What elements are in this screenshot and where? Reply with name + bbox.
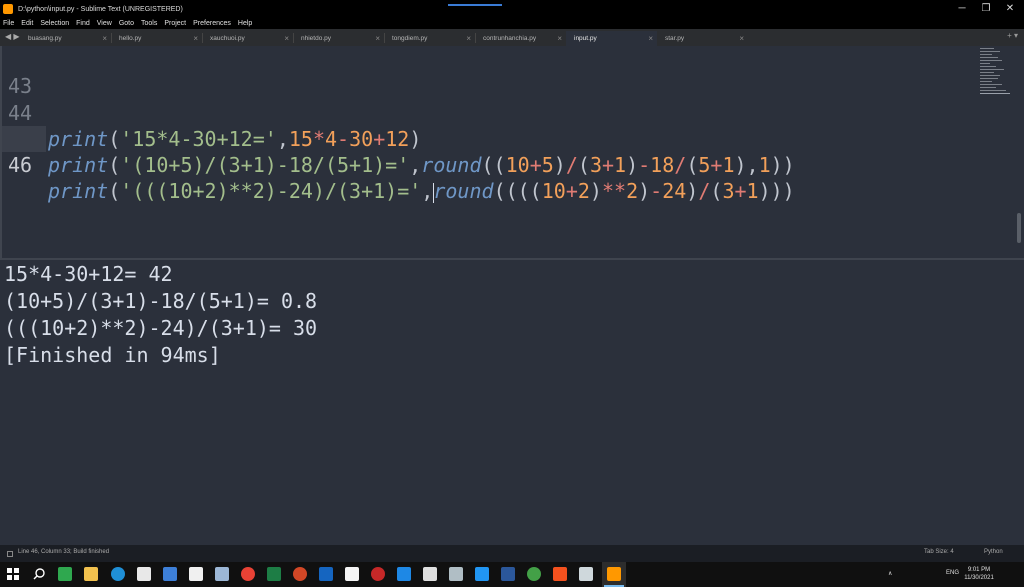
output-line: 15*4-30+12= 42: [4, 262, 173, 286]
tab-contrunhanchia[interactable]: contrunhanchia.py ×: [475, 31, 566, 46]
tab-label: input.py: [574, 35, 597, 42]
status-position: Line 46, Column 33; Build finished: [18, 549, 110, 555]
menu-find[interactable]: Find: [76, 20, 90, 27]
tab-close-icon[interactable]: ×: [648, 32, 653, 45]
pictures-icon[interactable]: [215, 567, 229, 581]
tab-tongdiem[interactable]: tongdiem.py ×: [384, 31, 475, 46]
output-line: [Finished in 94ms]: [4, 343, 221, 367]
language-indicator[interactable]: ENG: [946, 570, 959, 576]
photos-icon[interactable]: [189, 567, 203, 581]
powerpoint-icon[interactable]: [293, 567, 307, 581]
menu-tools[interactable]: Tools: [141, 20, 157, 27]
tab-close-icon[interactable]: ×: [557, 32, 562, 45]
outlook-icon[interactable]: [319, 567, 333, 581]
feedback-icon[interactable]: [423, 567, 437, 581]
minimize-button[interactable]: ─: [950, 2, 974, 16]
output-line: (((10+2)**2)-24)/(3+1)= 30: [4, 316, 318, 340]
tab-xauchuoi[interactable]: xauchuoi.py ×: [202, 31, 293, 46]
tab-label: hello.py: [119, 35, 142, 42]
output-line: (10+5)/(3+1)-18/(5+1)= 0.8: [4, 289, 318, 313]
code-editor[interactable]: 43 44 print('15*4-30+12=',15*4-30+12) 45…: [0, 46, 1024, 258]
title-accent-line: [448, 4, 502, 6]
tab-label: buasang.py: [28, 35, 62, 42]
tab-hello[interactable]: hello.py ×: [111, 31, 202, 46]
menu-help[interactable]: Help: [238, 20, 252, 27]
medium-icon[interactable]: [345, 567, 359, 581]
window-title: D:\python\input.py - Sublime Text (UNREG…: [18, 5, 183, 13]
windows-start-icon[interactable]: [6, 567, 20, 581]
code-line-44[interactable]: 44 print('15*4-30+12=',15*4-30+12): [0, 74, 421, 151]
restore-button[interactable]: ❐: [974, 2, 998, 16]
code-text: print('15*4-30+12=',15*4-30+12): [48, 127, 422, 151]
menu-view[interactable]: View: [97, 20, 112, 27]
app-green-icon[interactable]: [58, 567, 72, 581]
menu-project[interactable]: Project: [164, 20, 186, 27]
tab-nhietdo[interactable]: nhietdo.py ×: [293, 31, 384, 46]
code-line-45[interactable]: 45 print('(10+5)/(3+1)-18/(5+1)=',round(…: [0, 100, 795, 177]
tab-size-indicator[interactable]: Tab Size: 4: [924, 549, 954, 555]
tab-close-icon[interactable]: ×: [466, 32, 471, 45]
menu-file[interactable]: File: [3, 20, 14, 27]
sublime-text-taskbar-icon[interactable]: [607, 567, 621, 581]
tab-label: contrunhanchia.py: [483, 35, 537, 42]
tab-input[interactable]: input.py ×: [566, 31, 657, 46]
app-red-icon[interactable]: [553, 567, 567, 581]
tab-label: tongdiem.py: [392, 35, 428, 42]
tray-chevron-icon[interactable]: ∧: [888, 570, 892, 577]
close-button[interactable]: ✕: [998, 2, 1022, 16]
excel-icon[interactable]: [267, 567, 281, 581]
code-line-43[interactable]: 43: [0, 47, 48, 98]
vscode-icon[interactable]: [475, 567, 489, 581]
line-number: 46: [8, 153, 33, 177]
chrome-icon[interactable]: [241, 567, 255, 581]
menu-selection[interactable]: Selection: [40, 20, 69, 27]
tab-label: nhietdo.py: [301, 35, 331, 42]
store-icon[interactable]: [137, 567, 151, 581]
code-line-46[interactable]: 46 print('(((10+2)**2)-24)/(3+1)=',round…: [0, 126, 795, 203]
minimap[interactable]: [976, 46, 1012, 98]
search-icon[interactable]: [32, 567, 46, 581]
edge-icon[interactable]: [111, 567, 125, 581]
tab-buasang[interactable]: buasang.py ×: [20, 31, 111, 46]
build-output-panel[interactable]: 15*4-30+12= 42 (10+5)/(3+1)-18/(5+1)= 0.…: [0, 260, 1024, 545]
title-bar: D:\python\input.py - Sublime Text (UNREG…: [0, 0, 1024, 18]
skype-icon[interactable]: [397, 567, 411, 581]
tab-star[interactable]: star.py ×: [657, 31, 748, 46]
mail-icon[interactable]: [163, 567, 177, 581]
app-round-icon[interactable]: [527, 567, 541, 581]
folder-icon[interactable]: [84, 567, 98, 581]
code-text: print('(((10+2)**2)-24)/(3+1)=',round(((…: [48, 179, 795, 203]
tab-close-icon[interactable]: ×: [193, 32, 198, 45]
clock-time: 9:01 PM: [967, 567, 991, 573]
status-bar: Line 46, Column 33; Build finished Tab S…: [0, 545, 1024, 562]
tab-bar: ◀ ▶ buasang.py × hello.py × xauchuoi.py …: [0, 29, 1024, 46]
sublime-text-icon: [3, 4, 13, 14]
tab-label: star.py: [665, 35, 685, 42]
windows-taskbar: ∧ ENG 9:01 PM 11/30/2021: [0, 562, 1024, 587]
clock[interactable]: 9:01 PM 11/30/2021: [962, 566, 996, 582]
app-icon[interactable]: [449, 567, 463, 581]
obs-icon[interactable]: [371, 567, 385, 581]
menu-preferences[interactable]: Preferences: [193, 20, 231, 27]
syntax-indicator[interactable]: Python: [984, 549, 1003, 555]
menu-edit[interactable]: Edit: [21, 20, 33, 27]
new-tab-icon[interactable]: + ▾: [1007, 31, 1018, 40]
clock-date: 11/30/2021: [964, 575, 994, 581]
tab-close-icon[interactable]: ×: [375, 32, 380, 45]
tab-close-icon[interactable]: ×: [102, 32, 107, 45]
tab-label: xauchuoi.py: [210, 35, 245, 42]
tab-nav-arrows[interactable]: ◀ ▶: [5, 32, 20, 41]
word-icon[interactable]: [501, 567, 515, 581]
tab-close-icon[interactable]: ×: [284, 32, 289, 45]
tab-close-icon[interactable]: ×: [739, 32, 744, 45]
editor-scrollbar[interactable]: [1017, 213, 1021, 243]
panel-toggle-icon[interactable]: [7, 551, 13, 557]
code-text: print('(10+5)/(3+1)-18/(5+1)=',round((10…: [48, 153, 795, 177]
terminal-icon[interactable]: [579, 567, 593, 581]
menu-bar: File Edit Selection Find View Goto Tools…: [0, 18, 1024, 29]
menu-goto[interactable]: Goto: [119, 20, 134, 27]
